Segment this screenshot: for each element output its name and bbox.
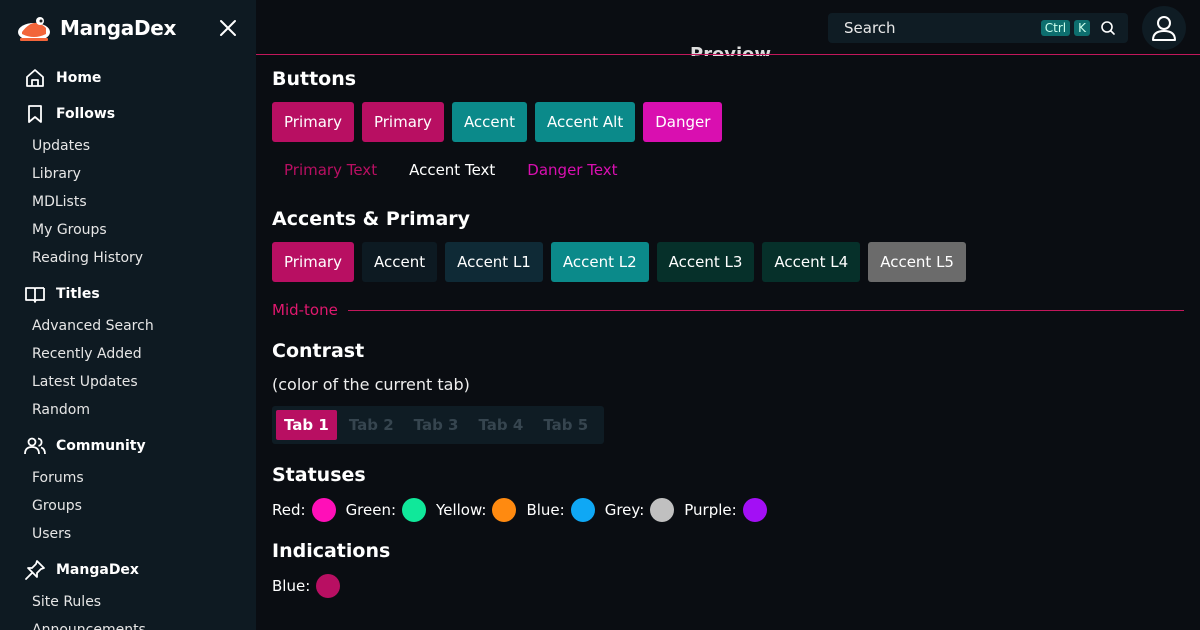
text-buttons-row: Primary Text Accent Text Danger Text	[272, 150, 638, 190]
nav-group-home: Home	[0, 64, 256, 92]
status-label-purple: Purple:	[684, 501, 737, 519]
nav-group-titles: Titles Advanced Search Recently Added La…	[0, 280, 256, 424]
pin-icon	[25, 560, 45, 580]
sidebar-item-my-groups[interactable]: My Groups	[0, 216, 256, 244]
swatch-accent-l1: Accent L1	[445, 242, 543, 282]
sidebar-item-random[interactable]: Random	[0, 396, 256, 424]
accents-heading: Accents & Primary	[272, 208, 471, 230]
status-label-red: Red:	[272, 501, 306, 519]
indications-row: Blue:	[272, 573, 350, 599]
midtone-line	[347, 309, 1184, 311]
sidebar-item-library[interactable]: Library	[0, 160, 256, 188]
sidebar-item-reading-history[interactable]: Reading History	[0, 244, 256, 272]
search-icon[interactable]	[1100, 20, 1116, 36]
status-dot-yellow	[492, 498, 517, 522]
indication-dot-blue	[316, 574, 341, 598]
danger-button[interactable]: Danger	[643, 102, 723, 142]
tab-bar: Tab 1 Tab 2 Tab 3 Tab 4 Tab 5	[272, 406, 605, 444]
sidebar-nav: Home Follows Updates Library MDLists My …	[0, 64, 256, 630]
sidebar-item-label: Follows	[56, 106, 116, 122]
mangadex-logo-icon	[18, 17, 50, 41]
tab-5[interactable]: Tab 5	[535, 410, 596, 440]
status-dot-grey	[650, 498, 675, 522]
accent-button[interactable]: Accent	[451, 102, 528, 142]
swatch-accent-l4: Accent L4	[762, 242, 861, 282]
sidebar-item-mangadex[interactable]: MangaDex	[0, 556, 256, 584]
indication-label-blue: Blue:	[272, 577, 311, 595]
primary-text-button[interactable]: Primary Text	[272, 150, 389, 190]
tab-3[interactable]: Tab 3	[406, 410, 467, 440]
danger-text-button[interactable]: Danger Text	[515, 150, 629, 190]
close-icon[interactable]	[218, 18, 238, 38]
swatch-accent-l2: Accent L2	[550, 242, 649, 282]
sidebar-item-users[interactable]: Users	[0, 520, 256, 548]
primary-button-2[interactable]: Primary	[361, 102, 444, 142]
bookmark-icon	[28, 105, 42, 123]
accents-row: Primary Accent Accent L1 Accent L2 Accen…	[272, 242, 974, 282]
accent-alt-button[interactable]: Accent Alt	[535, 102, 636, 142]
status-dot-purple	[742, 498, 767, 522]
users-icon	[24, 437, 46, 455]
tab-4[interactable]: Tab 4	[470, 410, 531, 440]
sidebar-item-site-rules[interactable]: Site Rules	[0, 588, 256, 616]
status-label-blue: Blue:	[526, 501, 565, 519]
user-icon	[1152, 16, 1176, 41]
swatch-accent-l5: Accent L5	[868, 242, 966, 282]
brand-name: MangaDex	[60, 16, 177, 40]
sidebar-item-home[interactable]: Home	[0, 64, 256, 92]
status-label-grey: Grey:	[604, 501, 645, 519]
sidebar-item-announcements[interactable]: Announcements	[0, 616, 256, 630]
kbd-ctrl: Ctrl	[1040, 20, 1071, 36]
nav-group-mangadex: MangaDex Site Rules Announcements	[0, 556, 256, 630]
swatch-accent: Accent	[361, 242, 438, 282]
status-dot-red	[311, 498, 336, 522]
sidebar-item-latest-updates[interactable]: Latest Updates	[0, 368, 256, 396]
statuses-row: Red: Green: Yellow: Blue: Grey: Purple:	[272, 497, 777, 523]
book-open-icon	[25, 287, 45, 303]
midtone-label: Mid-tone	[272, 301, 338, 319]
swatch-accent-l3: Accent L3	[656, 242, 755, 282]
swatch-primary: Primary	[272, 242, 354, 282]
status-label-yellow: Yellow:	[436, 501, 487, 519]
sidebar-item-label: MangaDex	[56, 562, 139, 578]
midtone-divider: Mid-tone	[272, 300, 1184, 320]
search-bar[interactable]: Search Ctrl K	[828, 13, 1128, 43]
topbar-divider	[256, 54, 1200, 55]
kbd-k: K	[1074, 20, 1090, 36]
sidebar-item-mdlists[interactable]: MDLists	[0, 188, 256, 216]
sidebar-item-label: Home	[56, 70, 102, 86]
nav-group-follows: Follows Updates Library MDLists My Group…	[0, 100, 256, 272]
sidebar-item-groups[interactable]: Groups	[0, 492, 256, 520]
user-avatar-button[interactable]	[1142, 6, 1186, 50]
sidebar-item-follows[interactable]: Follows	[0, 100, 256, 128]
indications-heading: Indications	[272, 540, 391, 562]
status-dot-blue	[570, 498, 595, 522]
sidebar-item-titles[interactable]: Titles	[0, 280, 256, 308]
buttons-heading: Buttons	[272, 68, 357, 90]
accent-text-button[interactable]: Accent Text	[397, 150, 507, 190]
sidebar-item-label: Community	[56, 438, 146, 454]
nav-group-community: Community Forums Groups Users	[0, 432, 256, 548]
sidebar-item-community[interactable]: Community	[0, 432, 256, 460]
search-input[interactable]: Search	[844, 19, 1041, 37]
status-label-green: Green:	[345, 501, 397, 519]
contrast-heading: Contrast	[272, 340, 365, 362]
contrast-subtitle: (color of the current tab)	[272, 375, 470, 394]
tab-1[interactable]: Tab 1	[276, 410, 337, 440]
brand[interactable]: MangaDex	[16, 12, 176, 44]
home-icon	[26, 69, 44, 87]
filled-buttons-row: Primary Primary Accent Accent Alt Danger	[272, 102, 730, 142]
sidebar-item-forums[interactable]: Forums	[0, 464, 256, 492]
sidebar-item-recently-added[interactable]: Recently Added	[0, 340, 256, 368]
sidebar-item-label: Titles	[56, 286, 100, 302]
sidebar-item-updates[interactable]: Updates	[0, 132, 256, 160]
statuses-heading: Statuses	[272, 464, 366, 486]
primary-button[interactable]: Primary	[272, 102, 354, 142]
sidebar: MangaDex Home Follows Updates Library MD…	[0, 0, 256, 630]
status-dot-green	[402, 498, 427, 522]
tab-2[interactable]: Tab 2	[341, 410, 402, 440]
sidebar-item-advanced-search[interactable]: Advanced Search	[0, 312, 256, 340]
